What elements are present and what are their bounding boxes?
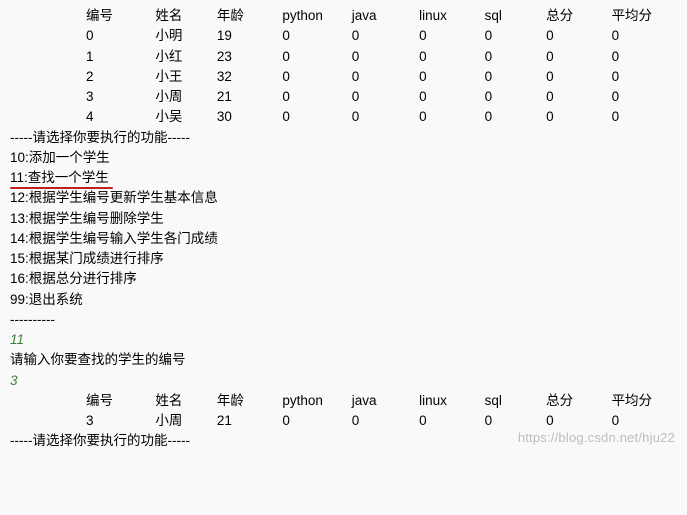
cell-sql: 0 [485,87,546,107]
menu-item: 13:根据学生编号删除学生 [10,209,677,229]
col-id: 编号 [86,6,155,26]
cell-java: 0 [352,87,419,107]
cell-total: 0 [546,47,611,67]
cell-python: 0 [282,47,351,67]
col-avg: 平均分 [612,391,677,411]
cell-id: 4 [86,107,155,127]
col-python: python [282,391,351,411]
cell-python: 0 [282,411,351,431]
col-java: java [352,6,419,26]
table-row: 4 小吴 30 0 0 0 0 0 0 [10,107,677,127]
cell-java: 0 [352,47,419,67]
cell-linux: 0 [419,411,484,431]
menu-item: 16:根据总分进行排序 [10,269,677,289]
user-input[interactable]: 3 [10,371,677,391]
table-row: 2 小王 32 0 0 0 0 0 0 [10,67,677,87]
cell-java: 0 [352,67,419,87]
menu-item-highlight: 11:查找一个学生 [10,168,677,188]
cell-linux: 0 [419,67,484,87]
col-id: 编号 [86,391,155,411]
cell-age: 32 [217,67,282,87]
table-header: 编号 姓名 年龄 python java linux sql 总分 平均分 [10,6,677,26]
col-linux: linux [419,6,484,26]
cell-total: 0 [546,67,611,87]
cell-java: 0 [352,411,419,431]
cell-name: 小周 [155,87,216,107]
table-row: 3 小周 21 0 0 0 0 0 0 [10,87,677,107]
cell-id: 3 [86,87,155,107]
cell-id: 3 [86,411,155,431]
cell-id: 1 [86,47,155,67]
cell-age: 23 [217,47,282,67]
cell-avg: 0 [612,87,677,107]
cell-sql: 0 [485,47,546,67]
cell-python: 0 [282,26,351,46]
col-sql: sql [485,391,546,411]
col-linux: linux [419,391,484,411]
cell-name: 小吴 [155,107,216,127]
col-name: 姓名 [155,6,216,26]
cell-sql: 0 [485,26,546,46]
cell-name: 小明 [155,26,216,46]
watermark: https://blog.csdn.net/hju22 [518,428,675,448]
menu-item: 99:退出系统 [10,290,677,310]
cell-age: 30 [217,107,282,127]
menu-end: ---------- [10,310,677,330]
result-header: 编号 姓名 年龄 python java linux sql 总分 平均分 [10,391,677,411]
col-name: 姓名 [155,391,216,411]
cell-linux: 0 [419,26,484,46]
col-python: python [282,6,351,26]
cell-name: 小王 [155,67,216,87]
menu-item: 15:根据某门成绩进行排序 [10,249,677,269]
highlight-text: 11:查找一个学生 [10,168,109,188]
menu-title: -----请选择你要执行的功能----- [10,128,677,148]
cell-java: 0 [352,107,419,127]
cell-avg: 0 [612,107,677,127]
cell-name: 小周 [155,411,216,431]
col-avg: 平均分 [612,6,677,26]
menu-item: 14:根据学生编号输入学生各门成绩 [10,229,677,249]
table-row: 0 小明 19 0 0 0 0 0 0 [10,26,677,46]
col-java: java [352,391,419,411]
col-total: 总分 [546,6,611,26]
cell-avg: 0 [612,47,677,67]
cell-python: 0 [282,67,351,87]
cell-avg: 0 [612,67,677,87]
cell-python: 0 [282,107,351,127]
col-age: 年龄 [217,6,282,26]
cell-name: 小红 [155,47,216,67]
cell-total: 0 [546,87,611,107]
cell-id: 2 [86,67,155,87]
cell-linux: 0 [419,87,484,107]
col-sql: sql [485,6,546,26]
cell-total: 0 [546,26,611,46]
prompt-find: 请输入你要查找的学生的编号 [10,350,677,370]
cell-age: 21 [217,87,282,107]
cell-age: 19 [217,26,282,46]
col-age: 年龄 [217,391,282,411]
cell-linux: 0 [419,47,484,67]
menu-item: 10:添加一个学生 [10,148,677,168]
cell-age: 21 [217,411,282,431]
cell-total: 0 [546,107,611,127]
col-total: 总分 [546,391,611,411]
cell-avg: 0 [612,26,677,46]
cell-sql: 0 [485,67,546,87]
user-input[interactable]: 11 [10,330,677,350]
cell-linux: 0 [419,107,484,127]
cell-java: 0 [352,26,419,46]
cell-python: 0 [282,87,351,107]
table-row: 1 小红 23 0 0 0 0 0 0 [10,47,677,67]
cell-sql: 0 [485,107,546,127]
menu-item: 12:根据学生编号更新学生基本信息 [10,188,677,208]
cell-id: 0 [86,26,155,46]
